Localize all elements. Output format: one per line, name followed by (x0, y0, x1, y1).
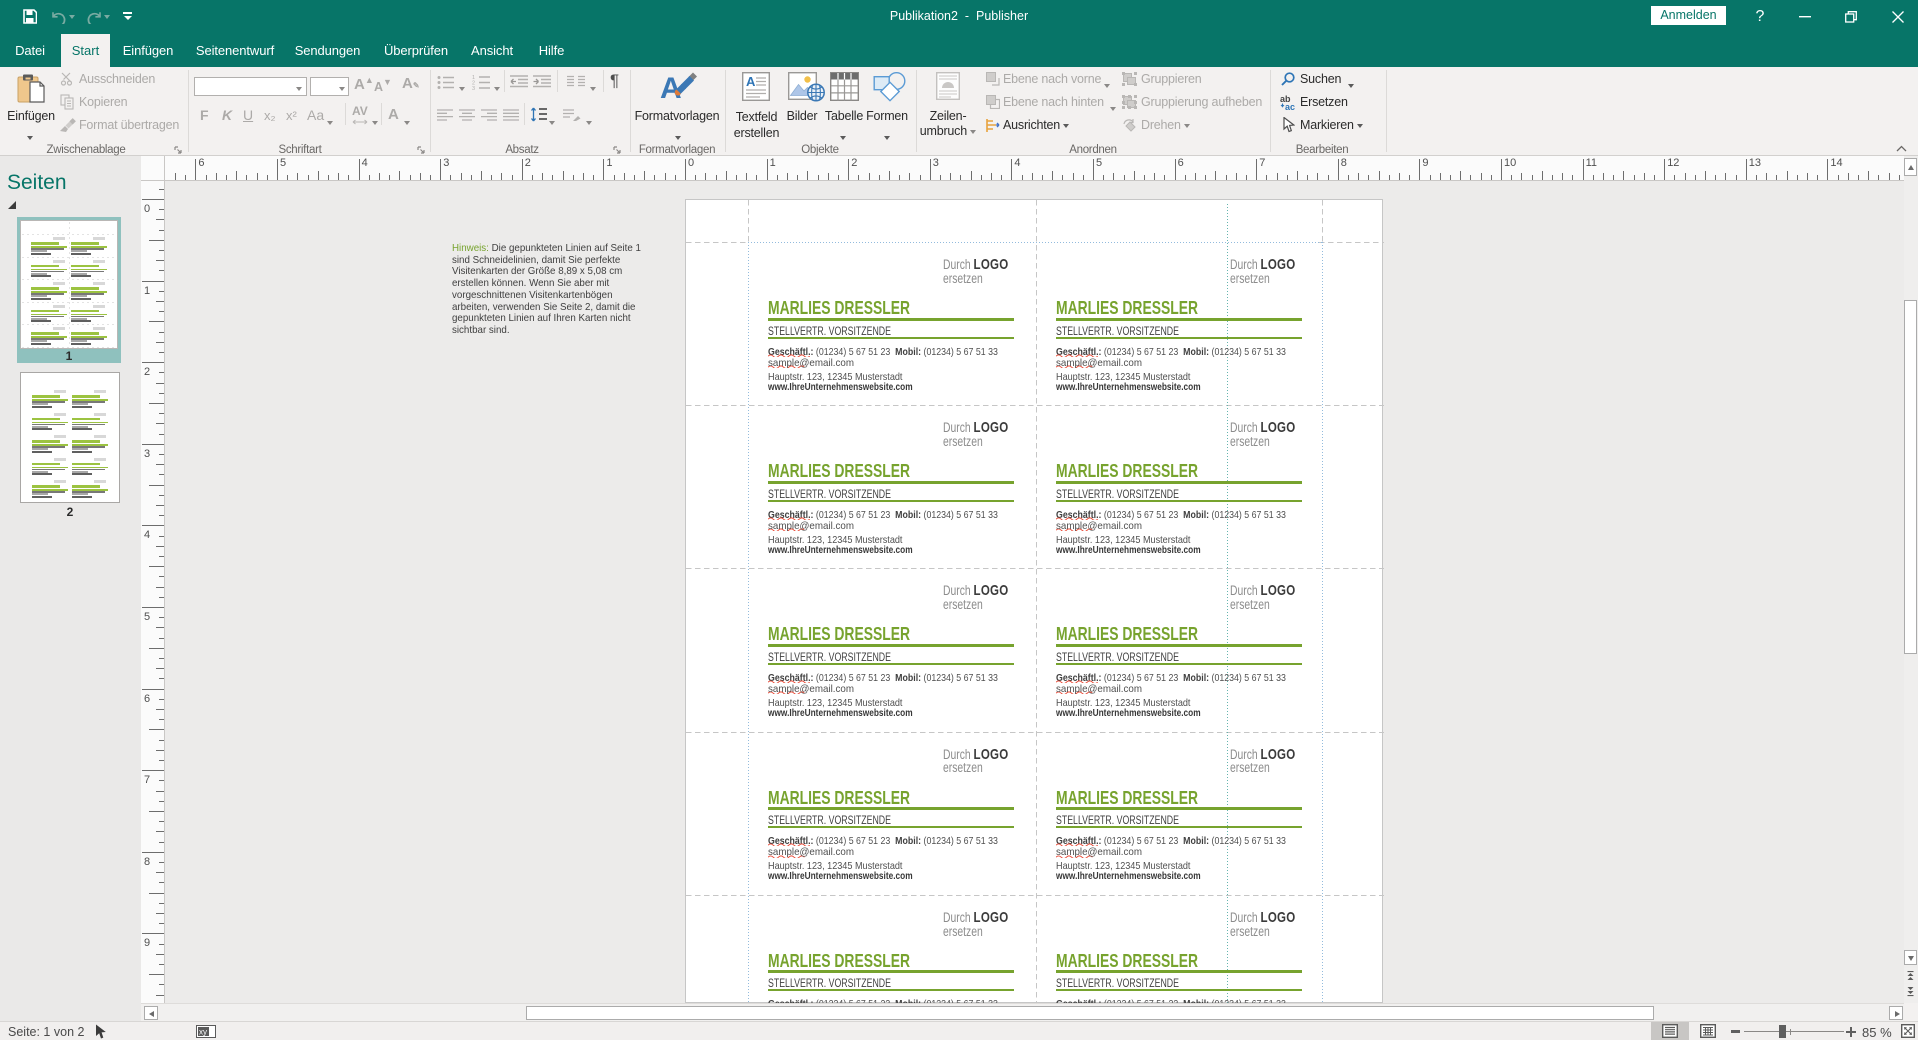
svg-text:ac: ac (1285, 102, 1295, 110)
svg-text:A: A (746, 74, 756, 89)
svg-text:xy: xy (199, 1028, 207, 1037)
svg-text:3: 3 (472, 86, 475, 90)
